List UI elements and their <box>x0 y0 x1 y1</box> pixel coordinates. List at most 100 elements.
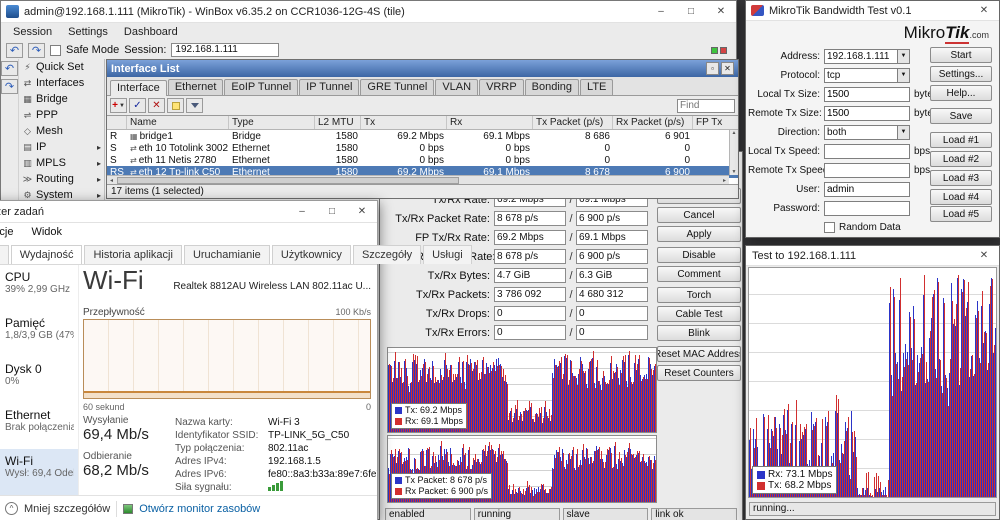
winbox-titlebar[interactable]: admin@192.168.1.111 (MikroTik) - WinBox … <box>1 1 736 23</box>
minimize-icon[interactable]: – <box>287 201 317 222</box>
tab-vrrp[interactable]: VRRP <box>479 79 524 95</box>
collapse-icon[interactable]: ^ <box>5 502 18 515</box>
tab-wydajno[interactable]: Wydajność <box>11 245 83 264</box>
test-result-titlebar[interactable]: Test to 192.168.1.111 ✕ <box>746 246 999 266</box>
scroll-up-icon[interactable]: ▲ <box>732 130 737 136</box>
disable-button[interactable]: ✕ <box>148 98 165 113</box>
tab-procesy[interactable]: Procesy <box>0 245 9 264</box>
local-tx-size-input[interactable] <box>824 87 910 102</box>
vertical-scrollbar[interactable]: ▲▼ <box>729 130 738 175</box>
tab-historia-aplikacji[interactable]: Historia aplikacji <box>84 245 181 264</box>
cable-test-button[interactable]: Cable Test <box>657 306 741 322</box>
column-header-flags[interactable] <box>107 116 127 129</box>
menu-dashboard[interactable]: Dashboard <box>116 25 186 39</box>
direction-combo[interactable]: both▼ <box>824 125 910 140</box>
add-button[interactable]: +▼ <box>110 98 127 113</box>
chevron-down-icon[interactable]: ▼ <box>897 69 909 82</box>
load-1-button[interactable]: Load #1 <box>930 132 992 148</box>
sidebar-item-bridge[interactable]: ▦Bridge <box>19 91 104 107</box>
undo-strip-icon[interactable]: ↶ <box>1 61 18 76</box>
table-row-bridge1[interactable]: R▦bridge1Bridge158069.2 Mbps69.1 Mbps8 6… <box>107 130 738 142</box>
blink-button[interactable]: Blink <box>657 325 741 341</box>
maximize-icon[interactable]: □ <box>676 1 706 22</box>
table-row-eth-11-netis-2780[interactable]: S⇄eth 11 Netis 2780Ethernet15800 bps0 bp… <box>107 154 738 166</box>
column-header-tx[interactable]: Tx <box>361 116 447 129</box>
comment-button[interactable] <box>167 98 184 113</box>
safe-mode-checkbox[interactable] <box>50 45 61 56</box>
maximize-icon[interactable]: □ <box>317 201 347 222</box>
sidebar-item-pami[interactable]: Pamięć1,8/3,9 GB (47%) <box>0 311 78 357</box>
minimize-icon[interactable]: – <box>646 1 676 22</box>
close-icon[interactable]: ✕ <box>721 62 734 75</box>
tab-interface[interactable]: Interface <box>110 80 167 96</box>
local-tx-speed-input[interactable] <box>824 144 910 159</box>
find-input[interactable] <box>677 99 735 113</box>
load-2-button[interactable]: Load #2 <box>930 151 992 167</box>
task-manager-titlebar[interactable]: Menedżer zadań – □ ✕ <box>0 201 377 223</box>
fewer-details-label[interactable]: Mniej szczegółów <box>24 503 110 515</box>
column-header-name[interactable]: Name <box>127 116 229 129</box>
sidebar-item-quick-set[interactable]: ⚡Quick Set <box>19 59 104 75</box>
help-button[interactable]: Help... <box>930 85 992 101</box>
tab-ip-tunnel[interactable]: IP Tunnel <box>299 79 359 95</box>
protocol-combo[interactable]: tcp▼ <box>824 68 910 83</box>
comment-button[interactable]: Comment <box>657 266 741 282</box>
tab-gre-tunnel[interactable]: GRE Tunnel <box>360 79 434 95</box>
menu-widok[interactable]: Widok <box>31 226 62 238</box>
remote-tx-size-input[interactable] <box>824 106 910 121</box>
remote-tx-speed-input[interactable] <box>824 163 910 178</box>
tab-vlan[interactable]: VLAN <box>435 79 478 95</box>
tab-us-ugi[interactable]: Usługi <box>423 245 472 264</box>
restore-icon[interactable]: ▫ <box>706 62 719 75</box>
sidebar-item-ip[interactable]: ▤IP▸ <box>19 139 104 155</box>
menu-session[interactable]: Session <box>5 25 60 39</box>
session-value[interactable]: 192.168.1.111 <box>171 43 279 57</box>
apply-button[interactable]: Apply <box>657 226 741 242</box>
interface-list-titlebar[interactable]: Interface List ▫ ✕ <box>107 60 738 77</box>
tab-uruchamianie[interactable]: Uruchamianie <box>184 245 270 264</box>
disable-button[interactable]: Disable <box>657 247 741 263</box>
sidebar-item-ethernet[interactable]: EthernetBrak połączenia <box>0 403 78 449</box>
sidebar-item-routing[interactable]: ≫Routing▸ <box>19 171 104 187</box>
sidebar-item-mesh[interactable]: ◇Mesh <box>19 123 104 139</box>
user-input[interactable] <box>824 182 910 197</box>
menu-settings[interactable]: Settings <box>60 25 116 39</box>
redo-icon[interactable]: ↷ <box>28 43 45 58</box>
column-header-rx-packet-p-s[interactable]: Rx Packet (p/s) <box>613 116 693 129</box>
sidebar-item-wi-fi[interactable]: Wi-FiWysł: 69,4 Odeb.: 68,2 Mb/s <box>0 449 78 495</box>
enable-button[interactable]: ✓ <box>129 98 146 113</box>
column-header-fp-tx[interactable]: FP Tx <box>693 116 738 129</box>
bandwidth-test-titlebar[interactable]: MikroTik Bandwidth Test v0.1 ✕ <box>746 1 999 21</box>
tab-lte[interactable]: LTE <box>580 79 613 95</box>
torch-button[interactable]: Torch <box>657 287 741 303</box>
sidebar-item-dysk-0[interactable]: Dysk 00% <box>0 357 78 403</box>
password-input[interactable] <box>824 201 910 216</box>
redo-strip-icon[interactable]: ↷ <box>1 79 18 94</box>
reset-counters-button[interactable]: Reset Counters <box>657 365 741 381</box>
scroll-down-icon[interactable]: ▼ <box>732 169 737 175</box>
start-button[interactable]: Start <box>930 47 992 63</box>
column-header-type[interactable]: Type <box>229 116 315 129</box>
scroll-left-icon[interactable]: ◂ <box>107 177 116 184</box>
menu-opcje[interactable]: Opcje <box>0 226 13 238</box>
scroll-right-icon[interactable]: ▸ <box>720 177 729 184</box>
close-icon[interactable]: ✕ <box>706 1 736 22</box>
tab-eoip-tunnel[interactable]: EoIP Tunnel <box>224 79 298 95</box>
save-button[interactable]: Save <box>930 108 992 124</box>
table-row-eth-10-totolink-3002[interactable]: S⇄eth 10 Totolink 3002Ethernet15800 bps0… <box>107 142 738 154</box>
load-5-button[interactable]: Load #5 <box>930 206 992 222</box>
resource-monitor-link[interactable]: Otwórz monitor zasobów <box>139 503 260 515</box>
filter-button[interactable] <box>186 98 203 113</box>
sidebar-item-cpu[interactable]: CPU39% 2,99 GHz <box>0 265 78 311</box>
load-3-button[interactable]: Load #3 <box>930 170 992 186</box>
address-combo[interactable]: 192.168.1.111▼ <box>824 49 910 64</box>
sidebar-item-interfaces[interactable]: ⇄Interfaces <box>19 75 104 91</box>
column-header-tx-packet-p-s[interactable]: Tx Packet (p/s) <box>533 116 613 129</box>
tab-ethernet[interactable]: Ethernet <box>168 79 224 95</box>
scrollbar-thumb[interactable] <box>117 177 459 184</box>
reset-mac-address-button[interactable]: Reset MAC Address <box>657 346 741 362</box>
horizontal-scrollbar[interactable]: ◂▸ <box>107 175 729 184</box>
undo-icon[interactable]: ↶ <box>6 43 23 58</box>
random-data-checkbox[interactable] <box>824 222 835 233</box>
chevron-down-icon[interactable]: ▼ <box>897 126 909 139</box>
